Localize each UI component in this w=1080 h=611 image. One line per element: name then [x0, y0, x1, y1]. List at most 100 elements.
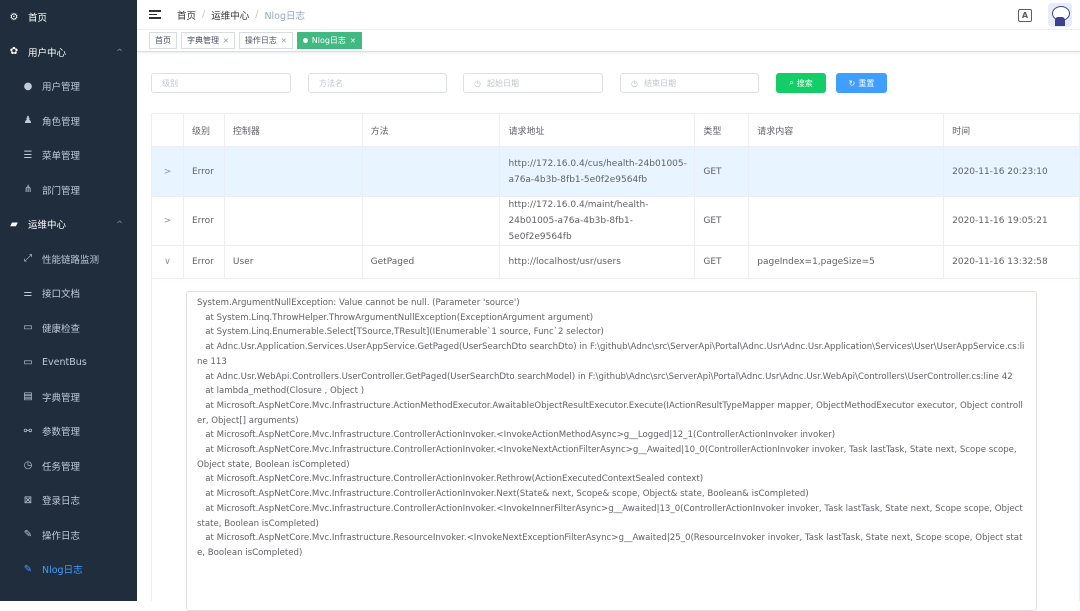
column-header-1: 级别 — [183, 113, 225, 147]
method-input[interactable]: 方法名 — [308, 73, 447, 93]
breadcrumb-home[interactable]: 首页 — [177, 8, 196, 22]
breadcrumb: 首页 / 运维中心 / Nlog日志 — [177, 8, 306, 22]
search-button[interactable]: ⌕ 搜索 — [776, 73, 826, 93]
chevron-right-icon[interactable]: > — [151, 146, 184, 197]
exception-line: at System.Linq.ThrowHelper.ThrowArgument… — [197, 312, 594, 323]
sidebar-item-9[interactable]: ▭ 健康检查 — [0, 310, 137, 345]
sidebar-item-10[interactable]: ▭ EventBus — [0, 345, 137, 380]
table-row[interactable]: ∨ Error User GetPaged http://localhost/usr/u… — [151, 245, 1080, 279]
sidebar-item-3[interactable]: ♟ 角色管理 — [0, 103, 137, 138]
exception-line: at Microsoft.AspNetCore.Mvc.Infrastructu… — [197, 474, 704, 485]
monitor-icon: ⤢ — [24, 253, 32, 265]
cell-controller — [224, 196, 363, 246]
sidebar-item-8[interactable]: ⚌ 接口文档 — [0, 276, 137, 311]
tag-label: Nlog日志 — [311, 36, 346, 45]
cell-level: Error — [183, 146, 225, 197]
cell-url: http://172.16.0.4/cus/health-24b01005-a7… — [499, 146, 696, 197]
cell-content: pageIndex=1,pageSize=5 — [748, 245, 945, 279]
navbar: 首页 / 运维中心 / Nlog日志 A — [137, 0, 1080, 30]
sidebar-item-4[interactable]: ☰ 菜单管理 — [0, 138, 137, 173]
tag-2[interactable]: 操作日志 ✕ — [238, 32, 293, 49]
exception-line: System.ArgumentNullException: Value cann… — [197, 298, 520, 308]
chevron-up-icon: ^ — [116, 219, 123, 229]
cell-method: GetPaged — [362, 245, 501, 279]
table-row[interactable]: > Error http://172.16.0.4/maint/health-24b… — [151, 196, 1080, 246]
sidebar-item-1[interactable]: ✿ 用户中心 ^ — [0, 35, 137, 70]
cell-time: 2020-11-16 13:32:58 — [943, 245, 1080, 279]
cell-type: GET — [694, 146, 750, 197]
exception-line: at Microsoft.AspNetCore.Mvc.Infrastructu… — [197, 400, 1023, 426]
column-header-0 — [151, 113, 184, 147]
tag-0[interactable]: 首页 — [149, 32, 177, 49]
dict-icon: ▤ — [23, 391, 33, 403]
sidebar-item-6[interactable]: ▰ 运维中心 ^ — [0, 207, 137, 242]
level-input[interactable]: 级别 — [151, 73, 291, 93]
dashboard-icon: ⚙ — [9, 11, 19, 23]
clock-icon: ◷ — [474, 78, 481, 88]
exception-line: at Microsoft.AspNetCore.Mvc.Infrastructu… — [197, 533, 1023, 558]
column-header-3: 方法 — [362, 113, 501, 147]
end-date-picker[interactable]: ◷ 结束日期 — [620, 73, 759, 93]
exception-line: at Microsoft.AspNetCore.Mvc.Infrastructu… — [197, 489, 809, 500]
breadcrumb-section[interactable]: 运维中心 — [211, 8, 249, 22]
close-icon[interactable]: ✕ — [350, 37, 356, 45]
sidebar-item-14[interactable]: ⊠ 登录日志 — [0, 483, 137, 518]
cell-url: http://localhost/usr/users — [499, 245, 696, 279]
column-header-5: 类型 — [694, 113, 750, 147]
sidebar-item-12[interactable]: ⚯ 参数管理 — [0, 414, 137, 449]
exception-line: at lambda_method(Closure , Object ) — [197, 386, 365, 397]
close-icon[interactable]: ✕ — [281, 37, 287, 45]
exception-line: at Microsoft.AspNetCore.Mvc.Infrastructu… — [197, 445, 1020, 470]
cell-method — [362, 196, 501, 246]
table-row[interactable]: > Error http://172.16.0.4/cus/health-24b01… — [151, 146, 1080, 197]
sidebar-item-label: 参数管理 — [42, 427, 81, 439]
api-doc-icon: ⚌ — [23, 287, 33, 299]
close-icon[interactable]: ✕ — [223, 37, 229, 45]
sidebar-item-label: 运维中心 — [28, 220, 67, 232]
params-icon: ⚯ — [23, 425, 33, 437]
sidebar-item-label: 健康检查 — [42, 323, 81, 335]
sidebar-item-0[interactable]: ⚙ 首页 — [0, 0, 137, 35]
nlog-icon: ✎ — [23, 563, 33, 575]
start-date-picker[interactable]: ◷ 起始日期 — [463, 73, 603, 93]
exception-line: at Adnc.Usr.Application.Services.UserApp… — [197, 342, 1025, 367]
log-table: 级别 控制器 方法 请求地址 类型 请求内容 时间 > Error http://172.16.… — [151, 113, 1080, 279]
sidebar: ⚙ 首页 ✿ 用户中心 ^ ● 用户管理 ♟ 角色管理 ☰ 菜单管理 ⋔ 部门管理 ▰ 运维中心 ^ ⤢ 性能链路… — [0, 0, 137, 601]
gear-icon: ✿ — [9, 46, 19, 58]
health-icon: ▭ — [23, 322, 33, 334]
exception-line: at System.Linq.Enumerable.Select[TSource… — [197, 327, 604, 338]
chevron-right-icon[interactable]: > — [151, 196, 184, 246]
language-icon[interactable]: A — [1018, 8, 1032, 22]
clock-icon: ◷ — [631, 78, 638, 88]
cell-controller — [224, 146, 363, 197]
sidebar-item-13[interactable]: ◷ 任务管理 — [0, 448, 137, 483]
sidebar-item-15[interactable]: ✎ 操作日志 — [0, 517, 137, 552]
avatar[interactable] — [1048, 3, 1072, 27]
refresh-icon: ↻ — [848, 78, 856, 88]
tag-1[interactable]: 字典管理 ✕ — [181, 32, 235, 49]
role-icon: ♟ — [23, 115, 33, 127]
cell-type: GET — [694, 245, 750, 279]
sidebar-item-16[interactable]: ✎ Nlog日志 — [0, 552, 137, 587]
sidebar-item-label: 登录日志 — [42, 496, 81, 508]
sidebar-item-7[interactable]: ⤢ 性能链路监测 — [0, 241, 137, 276]
active-dot-icon — [302, 38, 308, 43]
chevron-down-icon[interactable]: ∨ — [151, 245, 184, 279]
cell-type: GET — [694, 196, 750, 246]
column-header-4: 请求地址 — [499, 113, 696, 147]
cell-level: Error — [183, 196, 225, 246]
sidebar-item-label: 字典管理 — [42, 392, 81, 404]
reset-button[interactable]: ↻ 重置 — [836, 73, 887, 93]
cell-level: Error — [183, 245, 225, 279]
tag-3[interactable]: Nlog日志 ✕ — [296, 32, 362, 49]
cell-time: 2020-11-16 19:05:21 — [943, 196, 1080, 246]
sidebar-item-label: 部门管理 — [42, 185, 81, 197]
sidebar-item-label: 角色管理 — [42, 116, 81, 128]
tree-icon: ⋔ — [23, 184, 33, 196]
sidebar-item-label: EventBus — [42, 356, 87, 368]
sidebar-item-5[interactable]: ⋔ 部门管理 — [0, 172, 137, 207]
hamburger-icon[interactable] — [149, 10, 161, 19]
sidebar-item-2[interactable]: ● 用户管理 — [0, 69, 137, 104]
sidebar-item-11[interactable]: ▤ 字典管理 — [0, 379, 137, 414]
op-log-icon: ✎ — [23, 529, 33, 541]
